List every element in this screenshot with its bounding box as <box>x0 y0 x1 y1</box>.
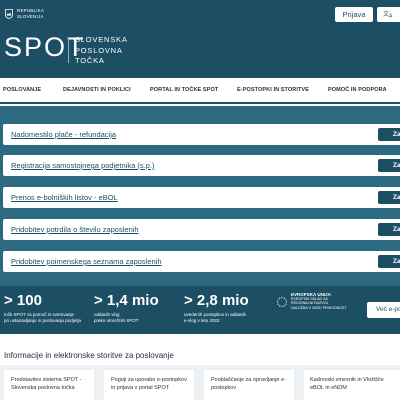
language-button[interactable]: 文 A <box>377 7 400 22</box>
service-start-button[interactable]: Začni <box>378 255 400 268</box>
nav-item-dejavnosti[interactable]: DEJAVNOSTI IN POKLICI <box>63 87 131 93</box>
nav-item-portal[interactable]: PORTAL IN TOČKE SPOT <box>150 87 218 93</box>
gov-name-line2: SLOVENIJA <box>17 13 44 19</box>
login-button[interactable]: Prijava <box>335 7 373 22</box>
card-text-line2: in prijava v portal SPOT <box>111 384 170 391</box>
stat-description-line2: pri ustanavljanju in poslovanju podjetja <box>4 317 82 323</box>
gov-name-line1: REPUBLIKA <box>17 8 45 13</box>
stat-number: > 100 <box>4 292 42 309</box>
card-text-line1: Predstavitev sistema SPOT - <box>11 377 82 383</box>
info-card[interactable]: Kadrovski vmesnik in Vložišče eBOL in eN… <box>304 370 400 400</box>
translate-icon-letter: A <box>389 14 393 19</box>
service-link[interactable]: Pridobitev poimenskega seznama zaposleni… <box>11 257 162 266</box>
nav-item-e-postopki[interactable]: E-POSTOPKI IN STORITVE <box>237 87 309 93</box>
service-link[interactable]: Nadomestilo plače - refundacija <box>11 130 116 139</box>
service-item: Prenos e-bolniških listov - eBOL Začni <box>3 187 400 208</box>
site-header: REPUBLIKA SLOVENIJA SPOT SLOVENSKA POSLO… <box>0 0 400 78</box>
service-start-button[interactable]: Začni <box>378 159 400 172</box>
stat-spot-points: > 100 točk SPOT za pomoč in svetovanje p… <box>4 292 81 324</box>
service-start-button[interactable]: Začni <box>378 128 400 141</box>
stat-description-line1: točk SPOT za pomoč in svetovanje <box>4 312 74 317</box>
info-card[interactable]: Pogoji za uporabo e-postopkov in prijava… <box>104 370 194 400</box>
service-link[interactable]: Pridobitev potrdila o številu zaposlenih <box>11 225 139 234</box>
stats-band: > 100 točk SPOT za pomoč in svetovanje p… <box>0 286 400 334</box>
card-text-line2: Slovenska poslovna točka <box>11 384 75 391</box>
stat-description-line2: preko omrežnih SPOT <box>94 317 139 323</box>
stat-number: > 2,8 mio <box>184 292 249 309</box>
info-card[interactable]: Pooblaščanje za opravljanje e- postopkov <box>204 370 294 400</box>
stat-description-line2: e-vlog v letu 2022 <box>184 317 220 323</box>
service-link[interactable]: Registracija samostojnega podjetnika (s.… <box>11 161 154 170</box>
nav-item-pomoc[interactable]: POMOČ IN PODPORA <box>328 87 387 93</box>
translate-icon: 文 A <box>383 10 393 20</box>
eu-flag-icon <box>276 296 288 308</box>
stat-applications: > 1,4 mio oddanih vlog preko omrežnih SP… <box>94 292 159 324</box>
service-link[interactable]: Prenos e-bolniških listov - eBOL <box>11 193 118 202</box>
main-navigation: POSLOVANJE DEJAVNOSTI IN POKLICI PORTAL … <box>0 78 400 104</box>
eu-fund-logo: EVROPSKA UNIJA EVROPSKI SKLAD ZA REGIONA… <box>276 292 358 324</box>
card-text-line1: Pogoji za uporabo e-postopkov <box>111 377 187 383</box>
service-item: Registracija samostojnega podjetnika (s.… <box>3 155 400 176</box>
card-text-line2: postopkov <box>211 384 237 391</box>
card-text-line2: eBOL in eNDM <box>310 384 347 391</box>
service-item: Pridobitev potrdila o številu zaposlenih… <box>3 219 400 240</box>
card-text-line1: Kadrovski vmesnik in Vložišče <box>310 377 384 383</box>
service-item: Nadomestilo plače - refundacija Začni <box>3 124 400 145</box>
info-card[interactable]: Predstavitev sistema SPOT - Slovenska po… <box>4 370 94 400</box>
eu-text-line4: NALOŽBA V VAŠO PRIHODNOST <box>291 305 347 310</box>
more-procedures-button[interactable]: Več e-postopkov <box>367 302 400 318</box>
slovenia-crest-icon <box>5 9 13 19</box>
government-logo[interactable]: REPUBLIKA SLOVENIJA <box>5 8 44 19</box>
nav-item-poslovanje[interactable]: POSLOVANJE <box>3 87 41 93</box>
logo-subtitle-line1: SLOVENSKA <box>75 35 128 44</box>
logo-divider <box>68 37 69 63</box>
info-section-title: Informacije in elektronske storitve za p… <box>4 351 174 360</box>
logo-subtitle: SLOVENSKA POSLOVNA TOČKA <box>75 35 128 67</box>
stat-number: > 1,4 mio <box>94 292 159 309</box>
service-item: Pridobitev poimenskega seznama zaposleni… <box>3 251 400 272</box>
service-start-button[interactable]: Začni <box>378 223 400 236</box>
card-text-line1: Pooblaščanje za opravljanje e- <box>211 377 286 383</box>
stat-procedures: > 2,8 mio uvedenih postopkov in oddanih … <box>184 292 249 324</box>
service-start-button[interactable]: Začni <box>378 191 400 204</box>
spot-logo[interactable]: SPOT <box>4 34 86 61</box>
stat-description-line1: uvedenih postopkov in oddanih <box>184 312 247 317</box>
logo-subtitle-line2: POSLOVNA <box>75 45 123 55</box>
logo-subtitle-line3: TOČKA <box>75 56 105 65</box>
